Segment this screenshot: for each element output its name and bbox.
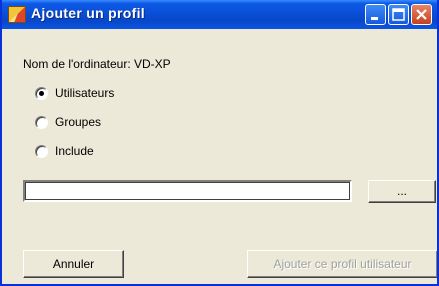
dialog-window: Ajouter un profil Nom de l'ordinateur: V… [0,0,439,286]
radio-users[interactable] [35,87,48,100]
add-profile-button[interactable]: Ajouter ce profil utilisateur [247,250,437,278]
maximize-icon [392,8,405,21]
radio-groups-label[interactable]: Groupes [55,115,101,129]
cancel-button-label: Annuler [52,257,95,271]
close-button[interactable] [411,4,432,25]
radio-selected-dot [39,91,44,96]
computer-name-label: Nom de l'ordinateur: VD-XP [23,57,171,71]
minimize-icon [371,17,378,20]
minimize-button[interactable] [365,4,386,25]
radio-users-label[interactable]: Utilisateurs [55,86,114,100]
cancel-button[interactable]: Annuler [23,250,124,278]
browse-button[interactable]: ... [368,180,436,203]
radio-groups[interactable] [35,116,48,129]
add-profile-button-label: Ajouter ce profil utilisateur [273,257,412,271]
radio-include[interactable] [35,145,48,158]
title-bar[interactable]: Ajouter un profil [2,0,437,29]
close-icon [416,9,427,20]
window-title: Ajouter un profil [31,5,145,21]
browse-button-label: ... [396,184,407,198]
app-icon [8,6,26,23]
maximize-button[interactable] [388,4,409,25]
path-input[interactable] [23,180,352,202]
radio-include-label[interactable]: Include [55,144,94,158]
